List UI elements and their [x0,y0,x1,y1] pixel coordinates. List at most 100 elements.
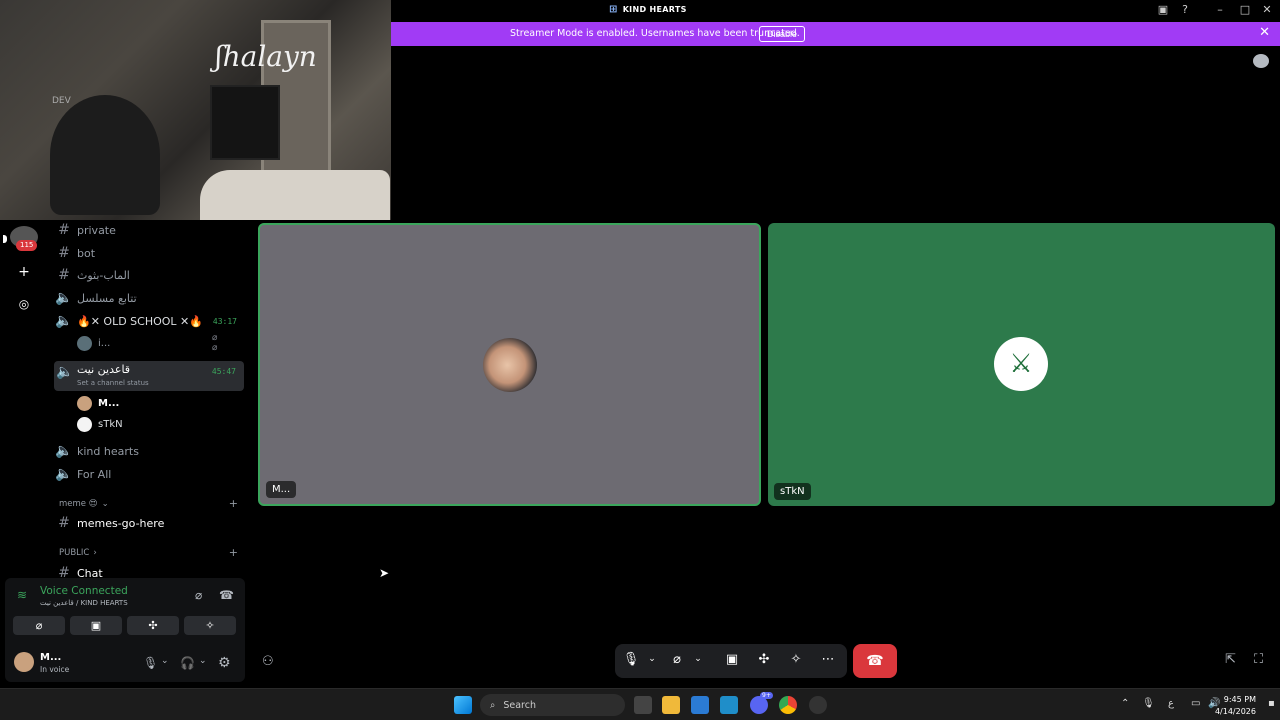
steam-icon[interactable] [809,696,827,714]
participant-name: sTkN [774,483,811,500]
channel-old-school[interactable]: 🔈 🔥✕ OLD SCHOOL ✕🔥 43:17 [55,310,245,332]
neon-sign: ʃhalayn [215,40,317,73]
popout-icon[interactable]: ⇱ [1225,652,1236,667]
hashtag-icon: # [58,267,70,283]
muted-icons: ⌀ ⌀ [212,333,218,353]
add-channel-icon[interactable]: + [229,497,238,510]
discover-icon[interactable]: ◎ [14,294,34,314]
add-channel-icon[interactable]: + [229,546,238,559]
avatar[interactable] [14,652,34,672]
close-window-button[interactable]: ✕ [1259,3,1275,16]
screen-share-button[interactable]: ▣ [70,616,122,635]
chevron-down-icon: ⌄ [101,499,109,509]
noise-suppression-icon[interactable]: ⌀ [195,588,202,602]
voice-status[interactable]: Voice Connected [40,585,128,597]
maximize-button[interactable]: □ [1237,3,1253,16]
speaker-icon: 🔈 [55,466,73,482]
invite-user-icon[interactable]: ⚇ [262,654,274,669]
person-image [50,95,160,215]
window-title: ⊞ KIND HEARTS [609,4,687,15]
notification-badge: 9+ [760,692,773,699]
camera-off-icon[interactable]: ⌀ [667,652,687,667]
video-tile[interactable]: M... [258,223,761,506]
add-server-icon[interactable]: + [14,262,34,282]
participant-name: M... [266,481,297,498]
avatar [77,335,92,351]
call-timer: 45:47 [211,367,236,376]
mouse-cursor: ➤ [379,566,390,580]
channel-memes-go-here[interactable]: # memes-go-here [55,512,245,534]
close-banner-icon[interactable]: ✕ [1259,25,1270,40]
category-public[interactable]: PUBLIC › [59,548,97,558]
channel-for-all[interactable]: 🔈 For All [55,463,245,485]
member-item[interactable]: M... [77,393,119,413]
avatar: ⚔ [994,337,1048,391]
category-meme[interactable]: meme 😍 ⌄ [59,499,109,509]
chevron-down-icon[interactable]: ⌄ [161,656,169,666]
signal-icon: ≋ [17,588,28,602]
monitor-image [210,85,280,160]
disable-button[interactable]: Disable [759,26,806,42]
camera-toggle-button[interactable]: ⌀ [13,616,65,635]
channel-series[interactable]: 🔈 تتابع مسلسل [55,287,245,309]
member-item[interactable]: sTkN [77,414,123,434]
channel-bot[interactable]: # bot [55,242,245,264]
chevron-right-icon: › [93,548,97,558]
chevron-down-icon[interactable]: ⌄ [688,654,708,664]
headphones-icon[interactable]: 🎧 [180,656,195,670]
channel-kind-hearts[interactable]: 🔈 kind hearts [55,440,245,462]
windows-start-icon[interactable] [454,696,472,714]
more-options-icon[interactable]: ⋯ [818,652,838,667]
speaker-icon: 🔈 [56,364,74,380]
minimize-button[interactable]: – [1212,3,1228,16]
user-status: In voice [40,665,70,674]
channel-private[interactable]: # private [55,220,245,241]
language-indicator[interactable]: ع [1168,698,1174,709]
mention-badge: 115 [16,240,38,251]
hang-up-button[interactable]: ☎ [853,644,897,678]
network-icon[interactable]: ▭ [1191,698,1200,709]
search-input[interactable]: ⌕ Search [480,694,625,716]
voice-channel-path[interactable]: قاعدين نيت / KIND HEARTS [40,599,128,607]
chrome-icon[interactable] [779,696,797,714]
clock[interactable]: 9:45 PM 4/14/2026 [1215,694,1256,718]
avatar [483,338,537,392]
video-tile[interactable]: ⚔ sTkN [768,223,1275,506]
streamer-mode-banner: Streamer Mode is enabled. Usernames have… [391,22,1280,46]
member-item[interactable]: i... ⌀ ⌀ [77,333,217,353]
channel-current[interactable]: 🔈 قاعدين نيت Set a channel status 45:47 [54,361,244,391]
disconnect-icon[interactable]: ☎ [219,588,234,602]
chevron-up-icon[interactable]: ⌃ [1121,698,1129,709]
inbox-icon[interactable]: ▣ [1155,3,1171,16]
call-timer: 43:17 [212,316,237,326]
soundboard-icon[interactable]: ✧ [786,652,806,667]
microphone-icon[interactable]: 🎙 [1142,698,1155,709]
microphone-icon[interactable]: 🎙 [621,652,641,667]
activities-button[interactable]: ✣ [127,616,179,635]
speaker-icon: 🔈 [55,313,73,329]
chevron-down-icon[interactable]: ⌄ [642,654,662,664]
gear-icon[interactable]: ⚙ [218,655,231,671]
task-view-icon[interactable] [634,696,652,714]
screen-share-icon[interactable]: ▣ [722,652,742,667]
app-icon[interactable] [720,696,738,714]
store-icon[interactable] [691,696,709,714]
server-icon: ⊞ [609,4,618,15]
legs-image [200,170,390,220]
banner-text: Streamer Mode is enabled. Usernames have… [510,28,800,39]
taskbar: ⌕ Search 9+ ⌃ 🎙 ع ▭ 🔊 9:45 PM 4/14/2026 … [0,688,1280,720]
voice-connected-panel: ≋ Voice Connected قاعدين نيت / KIND HEAR… [5,578,245,682]
call-controls: 🎙 ⌄ ⌀ ⌄ ▣ ✣ ✧ ⋯ [615,644,847,678]
soundboard-button[interactable]: ✧ [184,616,236,635]
chat-bubble-icon[interactable] [1253,54,1269,68]
notification-icon[interactable]: ▪ [1268,698,1275,709]
fullscreen-icon[interactable]: ⛶ [1254,652,1263,667]
chevron-down-icon[interactable]: ⌄ [199,656,207,666]
file-explorer-icon[interactable] [662,696,680,714]
channel-map[interactable]: # الماب-بثوث [55,264,245,286]
avatar [77,416,92,432]
activities-icon[interactable]: ✣ [754,652,774,667]
channel-sidebar: # private # bot # الماب-بثوث 🔈 تتابع مسل… [50,220,250,580]
help-icon[interactable]: ? [1177,3,1193,16]
microphone-icon[interactable]: 🎙 [143,656,158,670]
